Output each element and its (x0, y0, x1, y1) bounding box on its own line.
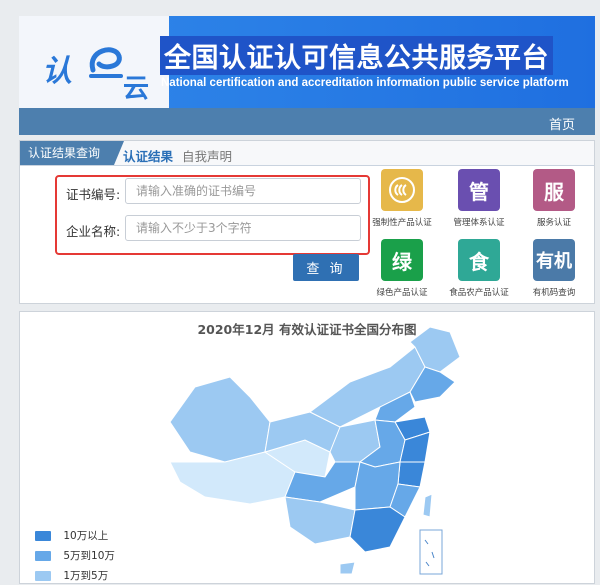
service-icon: 服 (533, 169, 575, 211)
management-cert-link[interactable]: 管 管理体系认证 (441, 169, 517, 228)
organic-icon: 有机 (533, 239, 575, 281)
ccc-cert-link[interactable]: 强制性产品认证 (364, 169, 440, 228)
legend-swatch (35, 551, 51, 561)
header-banner: 认 云 全国认证认可信息公共服务平台 National certificatio… (19, 16, 595, 108)
company-name-input[interactable] (125, 215, 361, 241)
search-panel: 认证结果查询 认证结果 自我声明 证书编号: 企业名称: 查 询 强制性产品认证… (19, 140, 595, 304)
tab-cert-result[interactable]: 认证结果 (123, 146, 173, 165)
legend-label: 5万到10万 (63, 550, 115, 562)
legend-item: 1万到5万 (35, 568, 108, 583)
legend-label: 10万以上 (63, 530, 109, 542)
map-panel: 2020年12月 有效认证证书全国分布图 10万以上 5万到10万 1万到5万 (19, 311, 595, 584)
ccc-icon (381, 169, 423, 211)
legend-item: 5万到10万 (35, 548, 115, 563)
nav-bar: 首页 (19, 108, 595, 135)
logo-text: 认 (42, 54, 72, 89)
china-map[interactable] (20, 312, 596, 585)
service-cert-link[interactable]: 服 服务认证 (516, 169, 592, 228)
cert-number-label: 证书编号: (66, 187, 121, 202)
legend-swatch (35, 531, 51, 541)
tab-self-declaration[interactable]: 自我声明 (182, 146, 232, 165)
logo-yun: 云 (123, 74, 150, 104)
site-title: 全国认证认可信息公共服务平台 (160, 36, 553, 75)
query-button[interactable]: 查 询 (293, 254, 359, 281)
organic-label: 有机码查询 (532, 288, 576, 298)
ccc-label: 强制性产品认证 (372, 218, 432, 228)
food-icon: 食 (458, 239, 500, 281)
food-cert-link[interactable]: 食 食品农产品认证 (441, 239, 517, 298)
legend-label: 1万到5万 (63, 570, 109, 582)
green-cert-link[interactable]: 绿 绿色产品认证 (364, 239, 440, 298)
legend-item: 10万以上 (35, 528, 108, 543)
tab-cert-result-query[interactable]: 认证结果查询 (20, 141, 124, 165)
management-label: 管理体系认证 (453, 218, 505, 228)
logo-swirl-icon (89, 47, 123, 78)
food-label: 食品农产品认证 (449, 288, 509, 298)
cert-number-input[interactable] (125, 178, 361, 204)
green-label: 绿色产品认证 (376, 288, 428, 298)
site-subtitle: National certification and accreditation… (161, 77, 569, 89)
company-name-label: 企业名称: (66, 224, 121, 239)
green-icon: 绿 (381, 239, 423, 281)
nav-home-link[interactable]: 首页 (549, 114, 575, 133)
legend-swatch (35, 571, 51, 581)
tab-bar: 认证结果查询 认证结果 自我声明 (20, 141, 594, 166)
organic-code-link[interactable]: 有机 有机码查询 (516, 239, 592, 298)
service-label: 服务认证 (536, 218, 571, 228)
management-icon: 管 (458, 169, 500, 211)
logo[interactable]: 认 云 (19, 16, 169, 108)
